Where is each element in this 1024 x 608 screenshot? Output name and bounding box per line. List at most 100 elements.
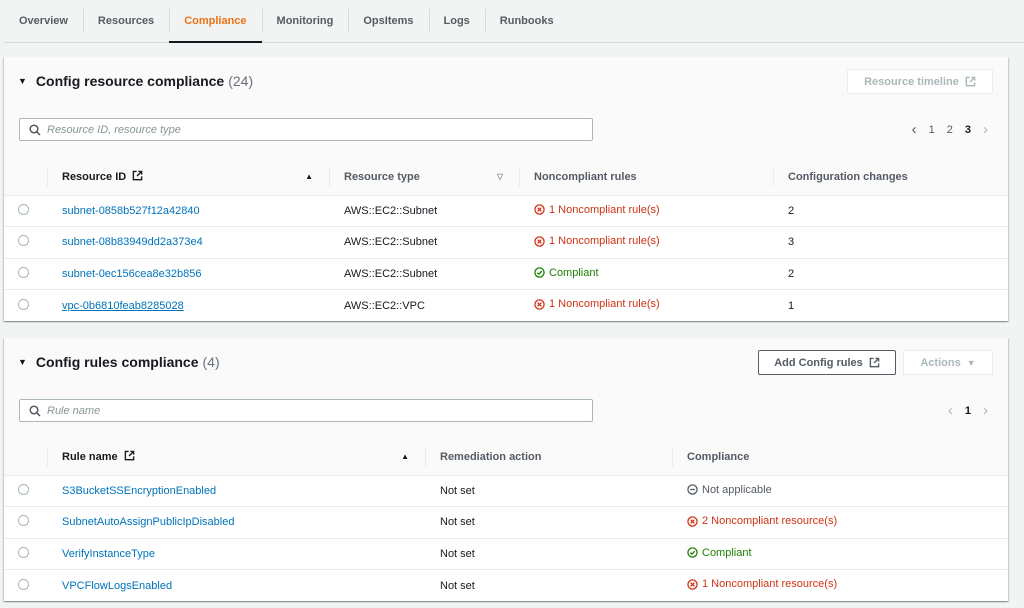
config-changes-cell: 3 <box>773 226 1008 259</box>
resource-type-cell: AWS::EC2::Subnet <box>329 258 519 290</box>
tab-resources[interactable]: Resources <box>82 0 169 42</box>
table-row[interactable]: vpc-0b6810feab8285028 AWS::EC2::VPC 1 Nonc… <box>4 290 1008 322</box>
remediation-cell: Not set <box>425 506 672 539</box>
column-noncompliant-rules-label: Noncompliant rules <box>534 170 637 183</box>
resource-table: Resource ID ▲ Resource type ▽ Noncomplia… <box>4 159 1008 321</box>
tab-logs[interactable]: Logs <box>428 0 485 42</box>
row-radio[interactable] <box>18 235 29 247</box>
row-radio[interactable] <box>18 515 29 527</box>
column-compliance-label: Compliance <box>687 450 750 463</box>
config-changes-cell: 1 <box>788 299 795 312</box>
resource-id-link[interactable]: subnet-0858b527f12a42840 <box>62 205 200 217</box>
resource-id-cell: vpc-0b6810feab8285028 <box>47 290 329 322</box>
resource-id-link[interactable]: vpc-0b6810feab8285028 <box>62 300 184 312</box>
search-icon <box>29 123 41 136</box>
status-indicator: Compliant <box>534 267 599 279</box>
status-error-icon <box>687 579 698 590</box>
row-radio[interactable] <box>18 546 29 558</box>
panel-title[interactable]: ▼ Config rules compliance (4) <box>18 354 220 370</box>
column-compliance[interactable]: Compliance <box>672 439 1008 476</box>
rule-name-cell: SubnetAutoAssignPublicIpDisabled <box>47 506 425 539</box>
rule-name-link[interactable]: VPCFlowLogsEnabled <box>62 580 172 592</box>
table-row[interactable]: VerifyInstanceType Not set Compliant <box>4 538 1008 570</box>
tab-compliance[interactable]: Compliance <box>169 0 262 43</box>
table-row[interactable]: S3BucketSSEncryptionEnabled Not set Not ap… <box>4 475 1008 507</box>
resource-id-link[interactable]: subnet-0ec156cea8e32b856 <box>62 268 201 280</box>
column-resource-type[interactable]: Resource type ▽ <box>329 159 519 196</box>
config-changes-cell: 2 <box>773 258 1008 290</box>
compliance-cell: Compliant <box>672 538 1008 570</box>
next-page-icon[interactable]: › <box>977 402 994 419</box>
caret-down-icon[interactable]: ▼ <box>18 357 27 367</box>
row-radio[interactable] <box>18 266 29 278</box>
row-radio[interactable] <box>18 298 29 310</box>
table-row[interactable]: SubnetAutoAssignPublicIpDisabled Not set 2… <box>4 506 1008 539</box>
table-row[interactable]: VPCFlowLogsEnabled Not set 1 Noncompliant … <box>4 570 1008 602</box>
table-row[interactable]: subnet-0858b527f12a42840 AWS::EC2::Subnet… <box>4 195 1008 227</box>
status-success-icon <box>687 547 698 558</box>
add-config-rules-button[interactable]: Add Config rules <box>758 350 896 375</box>
caret-down-icon[interactable]: ▼ <box>18 76 27 86</box>
sort-ascending-icon[interactable]: ▲ <box>305 172 313 181</box>
rule-name-link[interactable]: VerifyInstanceType <box>62 548 155 560</box>
page-1[interactable]: 1 <box>923 124 941 136</box>
status-text: 1 Noncompliant resource(s) <box>702 578 838 591</box>
rule-name-link[interactable]: SubnetAutoAssignPublicIpDisabled <box>62 516 234 528</box>
rule-search[interactable] <box>19 399 593 422</box>
tab-opsitems[interactable]: OpsItems <box>348 0 428 42</box>
previous-page-icon[interactable]: ‹ <box>942 402 959 419</box>
rule-name-link[interactable]: S3BucketSSEncryptionEnabled <box>62 485 216 497</box>
resource-type-cell: AWS::EC2::Subnet <box>329 195 519 227</box>
select-cell <box>4 570 47 602</box>
table-row[interactable]: subnet-08b83949dd2a373e4 AWS::EC2::Subnet… <box>4 226 1008 259</box>
resource-id-cell: subnet-0ec156cea8e32b856 <box>47 258 329 290</box>
resource-timeline-label: Resource timeline <box>864 75 959 88</box>
page-3[interactable]: 3 <box>959 124 977 136</box>
column-rule-name[interactable]: Rule name ▲ <box>47 439 425 476</box>
rules-table: Rule name ▲ Remediation action Complianc… <box>4 439 1008 601</box>
status-stopped-icon <box>687 484 698 495</box>
row-radio[interactable] <box>18 483 29 495</box>
panel-header: ▼ Config rules compliance (4) Add Config… <box>4 338 1008 439</box>
resource-timeline-button[interactable]: Resource timeline <box>847 69 993 94</box>
previous-page-icon[interactable]: ‹ <box>906 121 923 138</box>
config-resource-compliance-panel: ▼ Config resource compliance (24) Resour… <box>4 57 1008 321</box>
column-noncompliant-rules[interactable]: Noncompliant rules <box>519 159 773 196</box>
sort-ascending-icon[interactable]: ▲ <box>401 452 409 461</box>
noncompliant-rules-cell: 1 Noncompliant rule(s) <box>519 226 773 259</box>
rules-pagination: ‹ 1 › <box>942 402 994 419</box>
config-changes-cell: 2 <box>773 195 1008 227</box>
panel-title[interactable]: ▼ Config resource compliance (24) <box>18 73 253 89</box>
actions-label: Actions <box>920 356 961 369</box>
table-row[interactable]: subnet-0ec156cea8e32b856 AWS::EC2::Subnet… <box>4 258 1008 290</box>
resource-search[interactable] <box>19 118 593 141</box>
resource-search-input[interactable] <box>47 123 592 136</box>
column-rule-name-label: Rule name <box>62 451 118 464</box>
external-link-icon <box>132 170 143 181</box>
resource-id-link[interactable]: subnet-08b83949dd2a373e4 <box>62 236 203 248</box>
status-text: 1 Noncompliant rule(s) <box>549 298 660 311</box>
status-indicator: 1 Noncompliant rule(s) <box>534 204 660 216</box>
status-indicator: 1 Noncompliant resource(s) <box>687 578 837 590</box>
actions-button[interactable]: Actions ▼ <box>903 350 993 375</box>
sort-unsorted-icon[interactable]: ▽ <box>497 172 503 181</box>
config-rules-compliance-panel: ▼ Config rules compliance (4) Add Config… <box>4 338 1008 601</box>
page-1[interactable]: 1 <box>959 405 977 417</box>
tab-monitoring[interactable]: Monitoring <box>261 0 349 42</box>
next-page-icon[interactable]: › <box>977 121 994 138</box>
panel-title-text: Config resource compliance <box>35 73 225 89</box>
rule-search-input[interactable] <box>47 404 592 417</box>
resource-id-cell: subnet-0858b527f12a42840 <box>47 195 329 227</box>
rule-name-cell: VPCFlowLogsEnabled <box>47 570 425 602</box>
tab-runbooks[interactable]: Runbooks <box>484 0 569 42</box>
column-config-changes[interactable]: Configuration changes <box>773 159 1008 196</box>
remediation-cell: Not set <box>440 579 475 592</box>
rule-name-cell: S3BucketSSEncryptionEnabled <box>47 475 425 507</box>
row-radio[interactable] <box>18 578 29 590</box>
column-resource-id[interactable]: Resource ID ▲ <box>47 159 329 196</box>
select-cell <box>4 290 47 322</box>
column-remediation-action[interactable]: Remediation action <box>425 439 672 476</box>
tab-overview[interactable]: Overview <box>4 0 83 42</box>
row-radio[interactable] <box>18 203 29 215</box>
page-2[interactable]: 2 <box>941 124 959 136</box>
